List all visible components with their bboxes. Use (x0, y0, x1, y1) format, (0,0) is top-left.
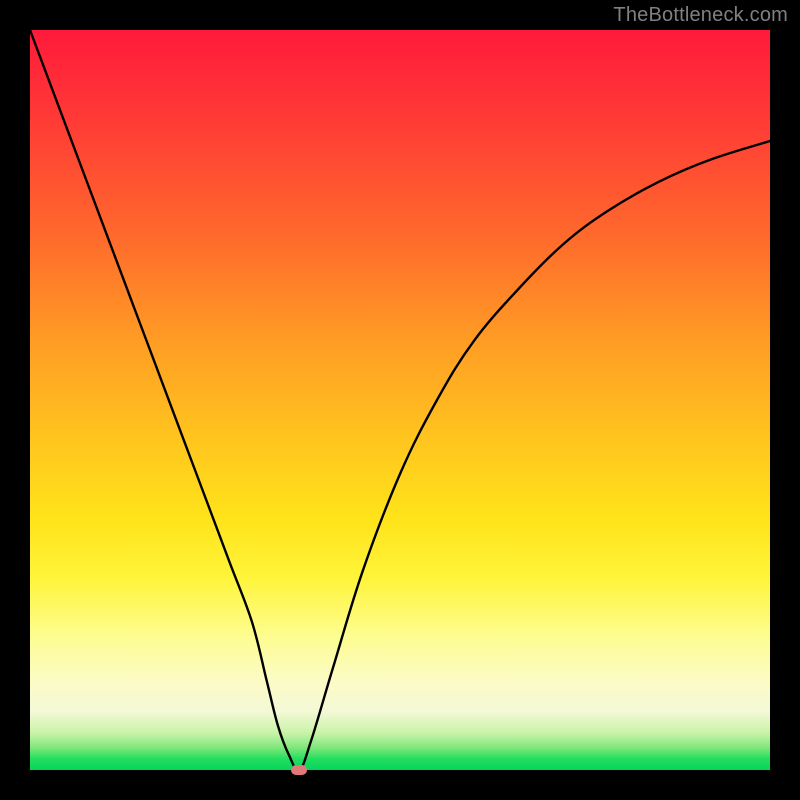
curve-svg (30, 30, 770, 770)
bottleneck-curve (30, 30, 770, 770)
plot-area (30, 30, 770, 770)
minimum-marker (291, 765, 307, 775)
chart-frame: TheBottleneck.com (0, 0, 800, 800)
watermark-text: TheBottleneck.com (613, 4, 788, 27)
